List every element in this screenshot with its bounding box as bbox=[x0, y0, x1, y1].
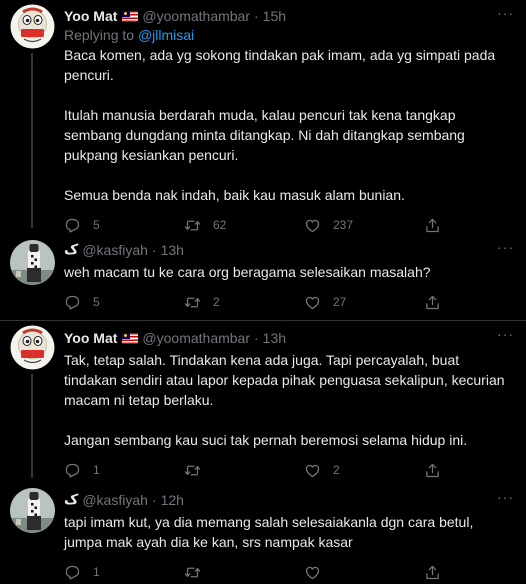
tweet-actions: 1 bbox=[64, 556, 512, 584]
like-button[interactable]: 27 bbox=[304, 294, 424, 311]
retweet-button[interactable]: 2 bbox=[184, 294, 304, 311]
like-icon bbox=[304, 462, 321, 479]
like-count: 27 bbox=[333, 295, 347, 309]
more-icon[interactable]: ··· bbox=[497, 327, 514, 341]
tweet-header: Yoo Mat @yoomathambar · 13h bbox=[64, 328, 512, 348]
separator: · bbox=[151, 492, 157, 508]
share-icon bbox=[424, 564, 441, 581]
replying-to-line: Replying to @jllmisai bbox=[64, 27, 512, 43]
display-name[interactable]: ک bbox=[64, 242, 78, 258]
avatar[interactable] bbox=[10, 4, 55, 49]
more-icon[interactable]: ··· bbox=[497, 490, 514, 504]
tweet-paragraph: Baca komen, ada yg sokong tindakan pak i… bbox=[64, 47, 496, 83]
share-button[interactable] bbox=[424, 462, 453, 479]
kasfiyah-avatar-icon bbox=[10, 240, 55, 285]
tweet-header: ک @kasfiyah · 12h bbox=[64, 490, 512, 510]
tweet-paragraph: Tak, tetap salah. Tindakan kena ada juga… bbox=[64, 352, 505, 408]
display-name[interactable]: Yoo Mat bbox=[64, 8, 117, 24]
like-icon bbox=[304, 564, 321, 581]
username[interactable]: @yoomathambar bbox=[142, 330, 250, 346]
tweet-yoomathambar-2[interactable]: ··· Yoo Mat @yoomathambar · 13h Tak, tet… bbox=[0, 321, 526, 478]
replying-to-link[interactable]: @jllmisai bbox=[138, 27, 194, 43]
tweet-header: Yoo Mat @yoomathambar · 15h bbox=[64, 6, 512, 26]
tweet-actions: 5 2 27 bbox=[64, 286, 512, 318]
tweet-kasfiyah-1[interactable]: ··· ک @kasfiyah · 13h weh macam tu ke ca… bbox=[0, 228, 526, 321]
reply-count: 5 bbox=[93, 295, 100, 309]
share-icon bbox=[424, 294, 441, 311]
tweet-text: Baca komen, ada yg sokong tindakan pak i… bbox=[64, 45, 512, 205]
timestamp[interactable]: 13h bbox=[161, 242, 184, 258]
malaysia-flag-icon bbox=[122, 332, 139, 344]
tweet-paragraph: Semua benda nak indah, baik kau masuk al… bbox=[64, 187, 405, 203]
reply-icon bbox=[64, 462, 81, 479]
share-icon bbox=[424, 462, 441, 479]
display-name[interactable]: Yoo Mat bbox=[64, 330, 117, 346]
avatar[interactable] bbox=[10, 325, 55, 370]
retweet-button[interactable] bbox=[184, 462, 304, 479]
reply-icon bbox=[64, 564, 81, 581]
retweet-icon bbox=[184, 462, 201, 479]
share-button[interactable] bbox=[424, 294, 453, 311]
reply-count: 1 bbox=[93, 565, 100, 579]
reply-button[interactable]: 1 bbox=[64, 462, 184, 479]
timestamp[interactable]: 12h bbox=[161, 492, 184, 508]
tweet-kasfiyah-2[interactable]: ··· ک @kasfiyah · 12h tapi imam kut, ya … bbox=[0, 478, 526, 584]
tweet-paragraph: weh macam tu ke cara org beragama selesa… bbox=[64, 264, 431, 280]
reply-button[interactable]: 5 bbox=[64, 294, 184, 311]
tweet-text: Tak, tetap salah. Tindakan kena ada juga… bbox=[64, 350, 512, 450]
tweet-paragraph: Jangan sembang kau suci tak pernah berem… bbox=[64, 432, 468, 448]
like-button[interactable] bbox=[304, 564, 424, 581]
thread-connector bbox=[31, 374, 33, 478]
reply-button[interactable]: 1 bbox=[64, 564, 184, 581]
tweet-yoomathambar-1[interactable]: ··· Yoo Mat @yoomathambar · 15h Replying… bbox=[0, 0, 526, 228]
retweet-icon bbox=[184, 564, 201, 581]
malaysia-flag-icon bbox=[122, 10, 139, 22]
tweet-text: weh macam tu ke cara org beragama selesa… bbox=[64, 262, 512, 282]
yoomathambar-avatar-icon bbox=[10, 325, 55, 370]
display-name[interactable]: ک bbox=[64, 492, 78, 508]
like-count: 2 bbox=[333, 463, 340, 477]
tweet-text: tapi imam kut, ya dia memang salah seles… bbox=[64, 512, 512, 552]
username[interactable]: @kasfiyah bbox=[82, 242, 148, 258]
timestamp[interactable]: 13h bbox=[263, 330, 286, 346]
replying-prefix: Replying to bbox=[64, 27, 138, 43]
like-icon bbox=[304, 294, 321, 311]
username[interactable]: @yoomathambar bbox=[142, 8, 250, 24]
tweet-paragraph: tapi imam kut, ya dia memang salah seles… bbox=[64, 514, 474, 550]
tweet-paragraph: Itulah manusia berdarah muda, kalau penc… bbox=[64, 107, 465, 163]
reply-icon bbox=[64, 294, 81, 311]
thread-connector bbox=[31, 53, 33, 228]
separator: · bbox=[151, 242, 157, 258]
reply-count: 1 bbox=[93, 463, 100, 477]
kasfiyah-avatar-icon bbox=[10, 488, 55, 533]
more-icon[interactable]: ··· bbox=[497, 240, 514, 254]
retweet-count: 2 bbox=[213, 295, 220, 309]
username[interactable]: @kasfiyah bbox=[82, 492, 148, 508]
share-button[interactable] bbox=[424, 564, 453, 581]
retweet-button[interactable] bbox=[184, 564, 304, 581]
avatar[interactable] bbox=[10, 488, 55, 533]
retweet-icon bbox=[184, 294, 201, 311]
like-button[interactable]: 2 bbox=[304, 462, 424, 479]
tweet-header: ک @kasfiyah · 13h bbox=[64, 240, 512, 260]
avatar[interactable] bbox=[10, 240, 55, 285]
more-icon[interactable]: ··· bbox=[497, 6, 514, 20]
separator: · bbox=[254, 330, 259, 346]
timestamp[interactable]: 15h bbox=[263, 8, 286, 24]
separator: · bbox=[254, 8, 259, 24]
yoomathambar-avatar-icon bbox=[10, 4, 55, 49]
